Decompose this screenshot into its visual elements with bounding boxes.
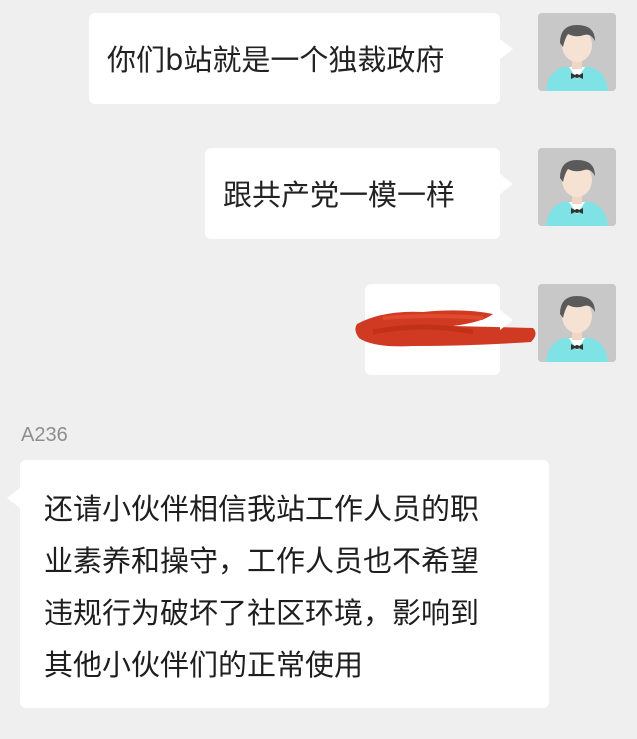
redaction-scribble bbox=[355, 310, 536, 347]
sender-name: A236 bbox=[21, 424, 68, 446]
message-bubble-reply[interactable]: 还请小伙伴相信我站工作人员的职 业素养和操守，工作人员也不希望 违规行为破坏了社… bbox=[7, 460, 549, 708]
reply-line: 其他小伙伴们的正常使用 bbox=[44, 648, 364, 682]
reply-line: 违规行为破坏了社区环境，影响到 bbox=[44, 596, 480, 630]
message-bubble-1[interactable]: 你们b站就是一个独裁政府 bbox=[89, 13, 513, 104]
user-avatar-icon[interactable] bbox=[538, 13, 616, 91]
message-text: 你们b站就是一个独裁政府 bbox=[107, 43, 445, 77]
user-avatar-icon[interactable] bbox=[538, 284, 616, 362]
reply-line: 还请小伙伴相信我站工作人员的职 bbox=[44, 492, 480, 526]
message-bubble-2[interactable]: 跟共产党一模一样 bbox=[205, 148, 513, 239]
message-text: 跟共产党一模一样 bbox=[223, 178, 456, 212]
user-avatar-icon[interactable] bbox=[538, 148, 616, 226]
message-bubble-3-redacted[interactable] bbox=[355, 284, 536, 375]
chat-thread: 你们b站就是一个独裁政府 跟共产党一模一样 A236 还请小伙伴相信我站工作人员… bbox=[0, 0, 637, 739]
reply-line: 业素养和操守，工作人员也不希望 bbox=[44, 544, 480, 578]
reply-text: 还请小伙伴相信我站工作人员的职 业素养和操守，工作人员也不希望 违规行为破坏了社… bbox=[44, 483, 549, 691]
